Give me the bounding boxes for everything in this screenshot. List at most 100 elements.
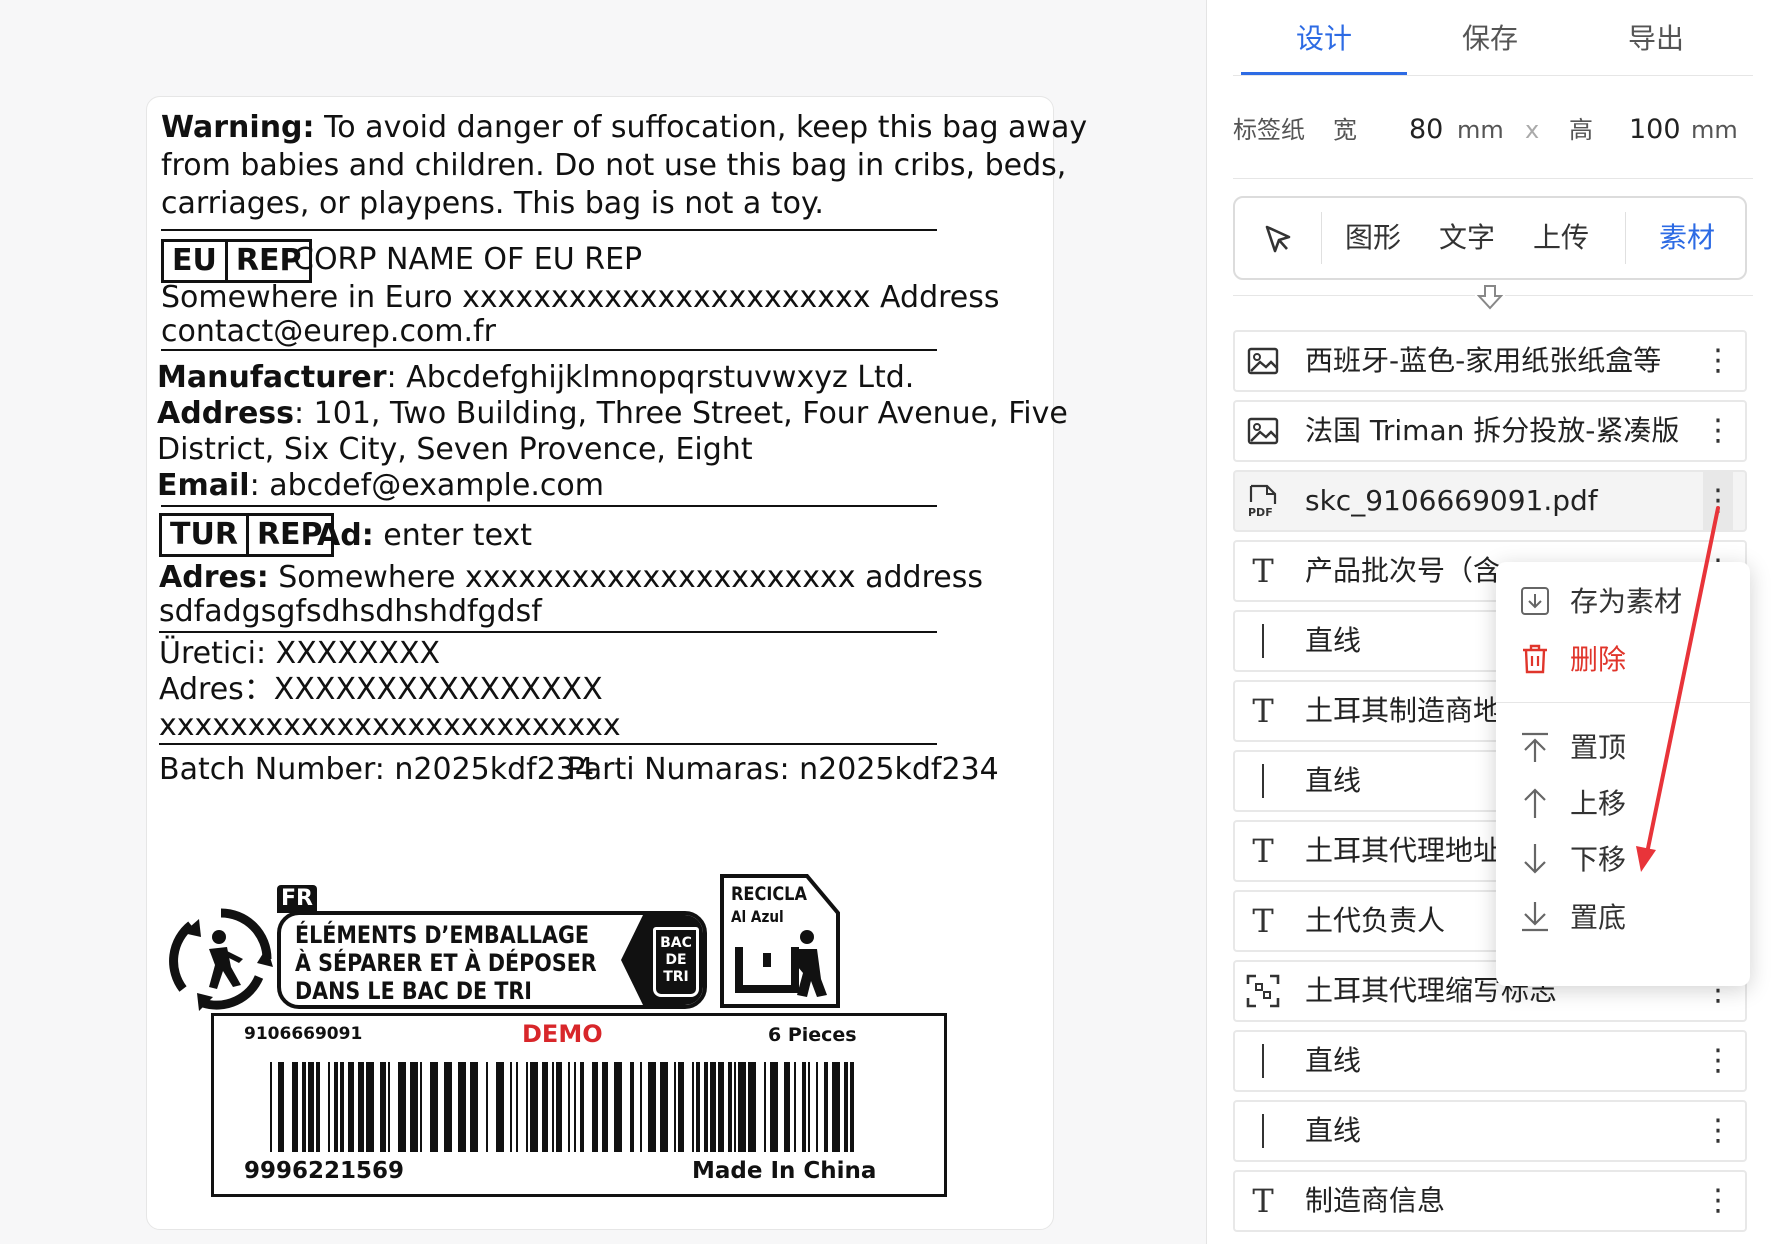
more-icon[interactable]: ⋮ xyxy=(1703,1172,1733,1230)
email-line[interactable]: Email: abcdef@example.com xyxy=(157,465,604,507)
line-icon xyxy=(1243,1044,1283,1078)
more-icon[interactable]: ⋮ xyxy=(1703,402,1733,460)
width-label: 宽 xyxy=(1333,116,1357,144)
menu-move-down[interactable]: 下移 xyxy=(1496,832,1750,888)
triman-recycle-icon[interactable] xyxy=(169,907,273,1011)
more-icon[interactable]: ⋮ xyxy=(1703,1032,1733,1090)
warning-line-3[interactable]: carriages, or playpens. This bag is not … xyxy=(161,183,824,225)
layer-name: skc_9106669091.pdf xyxy=(1305,484,1598,517)
warning-line-2[interactable]: from babies and children. Do not use thi… xyxy=(161,145,1066,187)
text-icon: T xyxy=(1252,692,1274,730)
recicla-subtitle: Al Azul xyxy=(731,907,784,926)
barcode-bar xyxy=(824,1062,828,1152)
paper-size-label: 标签纸 xyxy=(1233,116,1305,144)
barcode-block[interactable]: 9106669091 DEMO 6 Pieces 9996221569 Made… xyxy=(211,1013,947,1197)
menu-send-to-back[interactable]: 置底 xyxy=(1496,890,1750,946)
more-icon[interactable]: ⋮ xyxy=(1703,472,1733,530)
barcode-bar xyxy=(580,1062,584,1152)
divider-line[interactable] xyxy=(161,229,937,231)
text-icon: T xyxy=(1252,832,1274,870)
barcode-bar xyxy=(458,1062,466,1152)
barcode-bar xyxy=(486,1062,488,1152)
width-input[interactable]: 80 xyxy=(1409,110,1443,150)
barcode-bar xyxy=(552,1062,554,1152)
tab-export[interactable]: 导出 xyxy=(1573,14,1739,64)
more-icon[interactable]: ⋮ xyxy=(1703,332,1733,390)
height-label: 高 xyxy=(1569,116,1593,144)
barcode-bar xyxy=(816,1062,818,1152)
cursor-icon xyxy=(1265,225,1291,253)
barcode-bar xyxy=(728,1062,732,1152)
arrow-down-icon xyxy=(1475,282,1505,312)
warning-line-1[interactable]: Warning: To avoid danger of suffocation,… xyxy=(161,107,1087,149)
assets-tool-button[interactable]: 素材 xyxy=(1627,198,1747,278)
barcode-bar xyxy=(660,1062,668,1152)
barcode-bar xyxy=(704,1062,708,1152)
text-tool-button[interactable]: 文字 xyxy=(1417,198,1517,278)
barcode-bottom-number: 9996221569 xyxy=(244,1158,405,1184)
tur-ad-line[interactable]: Ad: enter text xyxy=(317,515,532,557)
fr-tag[interactable]: FR xyxy=(277,885,317,913)
layer-item[interactable]: T 制造商信息 ⋮ xyxy=(1233,1170,1747,1232)
divider-line[interactable] xyxy=(159,743,937,745)
barcode-bar xyxy=(574,1062,576,1152)
recicla-title: RECICLA xyxy=(731,883,807,905)
menu-move-up[interactable]: 上移 xyxy=(1496,776,1750,832)
line-icon xyxy=(1243,1114,1283,1148)
layer-item[interactable]: 法国 Triman 拆分投放-紧凑版 ⋮ xyxy=(1233,400,1747,462)
divider-line[interactable] xyxy=(161,505,937,507)
recicla-badge[interactable]: RECICLA Al Azul xyxy=(719,873,841,1009)
layer-item-selected[interactable]: PDF skc_9106669091.pdf ⋮ xyxy=(1233,470,1747,532)
shape-tool-button[interactable]: 图形 xyxy=(1323,198,1423,278)
barcode-bar xyxy=(794,1062,796,1152)
pdf-icon: PDF xyxy=(1243,484,1283,518)
height-input[interactable]: 100 xyxy=(1629,110,1681,150)
barcode-bar xyxy=(430,1062,438,1152)
tur-adres-line-2[interactable]: sdfadgsgfsdhsdhshdfgdsf xyxy=(159,591,542,633)
made-in-text: Made In China xyxy=(692,1158,877,1184)
layer-item[interactable]: 直线 ⋮ xyxy=(1233,1100,1747,1162)
select-tool-button[interactable] xyxy=(1235,198,1321,278)
upload-tool-button[interactable]: 上传 xyxy=(1511,198,1611,278)
element-toolbar: 图形 文字 上传 素材 xyxy=(1233,196,1747,280)
text-icon: T xyxy=(1252,552,1274,590)
barcode-bar xyxy=(764,1062,766,1152)
menu-bring-to-front[interactable]: 置顶 xyxy=(1496,720,1750,776)
batch-number[interactable]: Batch Number: n2025kdf234 xyxy=(159,749,594,791)
barcode-bar xyxy=(530,1062,538,1152)
arrow-up-icon xyxy=(1524,788,1546,818)
barcode-bars xyxy=(270,1062,854,1152)
barcode-bar xyxy=(808,1062,810,1152)
more-icon[interactable]: ⋮ xyxy=(1703,1102,1733,1160)
barcode-bar xyxy=(738,1062,746,1152)
barcode-bar xyxy=(748,1062,756,1152)
divider-line[interactable] xyxy=(161,349,937,351)
tab-design[interactable]: 设计 xyxy=(1241,14,1407,64)
eu-rep-name[interactable]: CORP NAME OF EU REP xyxy=(293,239,642,281)
barcode-bar xyxy=(328,1062,330,1152)
barcode-bar xyxy=(358,1062,364,1152)
layer-item[interactable]: 直线 ⋮ xyxy=(1233,1030,1747,1092)
menu-save-as-asset[interactable]: 存为素材 xyxy=(1496,574,1750,630)
menu-divider xyxy=(1496,702,1750,703)
barcode-bar xyxy=(516,1062,518,1152)
arrow-down-icon xyxy=(1524,844,1546,874)
image-icon xyxy=(1243,414,1283,448)
layer-name: 法国 Triman 拆分投放-紧凑版 xyxy=(1305,414,1680,447)
adres-line-2[interactable]: xxxxxxxxxxxxxxxxxxxxxxxxxx xyxy=(159,705,621,747)
barcode-bar xyxy=(640,1062,642,1152)
fr-sorting-badge[interactable]: ÉLÉMENTS D’EMBALLAGE À SÉPARER ET À DÉPO… xyxy=(277,911,707,1009)
layer-name: 直线 xyxy=(1305,1044,1362,1077)
label-canvas[interactable]: Warning: To avoid danger of suffocation,… xyxy=(146,96,1087,1230)
menu-delete[interactable]: 删除 xyxy=(1496,632,1750,688)
tur-rep-logo[interactable]: TUR REP xyxy=(159,513,334,557)
barcode-bar xyxy=(630,1062,634,1152)
tab-save[interactable]: 保存 xyxy=(1407,14,1573,64)
layer-item[interactable]: 西班牙-蓝色-家用纸张纸盒等 ⋮ xyxy=(1233,330,1747,392)
barcode-bar xyxy=(542,1062,548,1152)
active-tab-indicator xyxy=(1241,72,1407,75)
parti-numaras[interactable]: Parti Numaras: n2025kdf234 xyxy=(567,749,999,791)
barcode-bar xyxy=(526,1062,528,1152)
times-sign: x xyxy=(1525,116,1540,144)
eu-rep-email[interactable]: contact@eurep.com.fr xyxy=(161,311,496,353)
